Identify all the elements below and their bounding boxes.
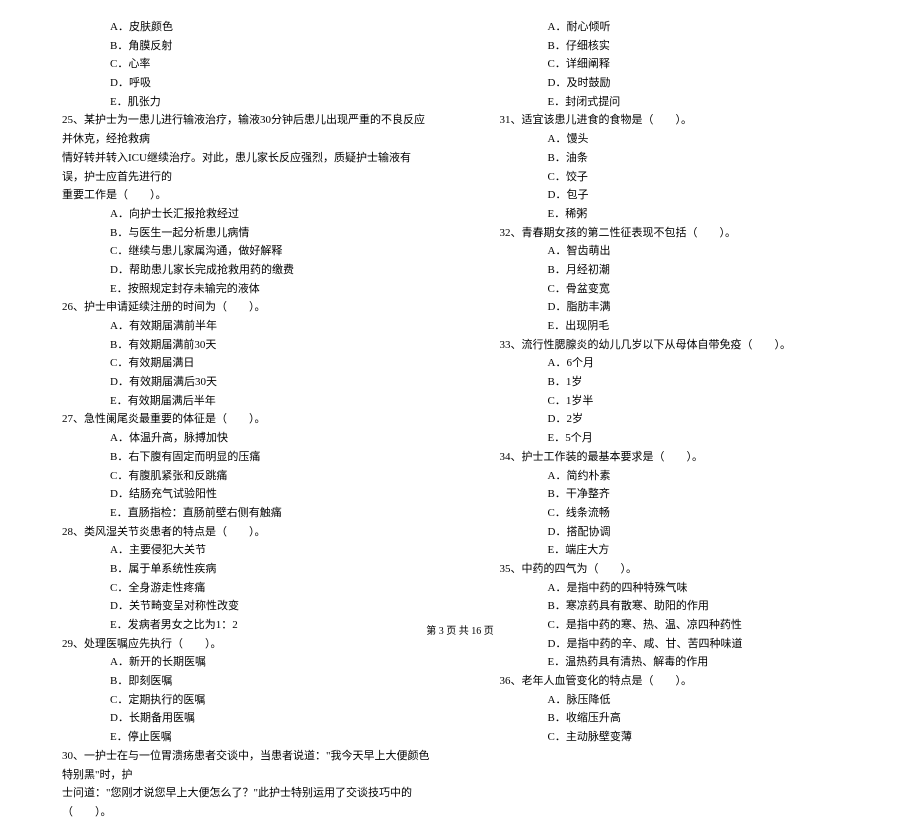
- q24-option-a: A．皮肤颜色: [50, 18, 433, 37]
- q24-option-e: E．肌张力: [50, 93, 433, 112]
- q32-option-a: A．智齿萌出: [488, 242, 871, 261]
- q32-text: 32、青春期女孩的第二性征表现不包括（ ）。: [488, 224, 871, 243]
- q27-option-d: D．结肠充气试验阳性: [50, 485, 433, 504]
- q27-option-a: A．体温升高，脉搏加快: [50, 429, 433, 448]
- q30-text-line2: 士问道："您刚才说您早上大便怎么了？"此护士特别运用了交谈技巧中的（ ）。: [50, 784, 433, 821]
- q24-option-b: B．角膜反射: [50, 37, 433, 56]
- q34-text: 34、护士工作装的最基本要求是（ ）。: [488, 448, 871, 467]
- q26-option-e: E．有效期届满后半年: [50, 392, 433, 411]
- q30-option-d: D．及时鼓励: [488, 74, 871, 93]
- q33-option-a: A．6个月: [488, 354, 871, 373]
- q29-option-e: E．停止医嘱: [50, 728, 433, 747]
- q32-option-c: C．骨盆变宽: [488, 280, 871, 299]
- q24-option-c: C．心率: [50, 55, 433, 74]
- q31-option-c: C．饺子: [488, 168, 871, 187]
- q28-option-d: D．关节畸变呈对称性改变: [50, 597, 433, 616]
- q29-option-c: C．定期执行的医嘱: [50, 691, 433, 710]
- q31-option-d: D．包子: [488, 186, 871, 205]
- q30-option-b: B．仔细核实: [488, 37, 871, 56]
- q32-option-b: B．月经初潮: [488, 261, 871, 280]
- q28-text: 28、类风湿关节炎患者的特点是（ ）。: [50, 523, 433, 542]
- q27-text: 27、急性阑尾炎最重要的体征是（ ）。: [50, 410, 433, 429]
- q30-option-a: A．耐心倾听: [488, 18, 871, 37]
- q29-option-b: B．即刻医嘱: [50, 672, 433, 691]
- q31-option-a: A．馒头: [488, 130, 871, 149]
- q33-option-d: D．2岁: [488, 410, 871, 429]
- q33-option-c: C．1岁半: [488, 392, 871, 411]
- q25-text-line2: 情好转并转入ICU继续治疗。对此，患儿家长反应强烈，质疑护士输液有误，护士应首先…: [50, 149, 433, 186]
- right-column: A．耐心倾听 B．仔细核实 C．详细阐释 D．及时鼓励 E．封闭式提问 31、适…: [488, 18, 871, 822]
- q30-option-c: C．详细阐释: [488, 55, 871, 74]
- q27-option-c: C．有腹肌紧张和反跳痛: [50, 467, 433, 486]
- q36-option-c: C．主动脉壁变薄: [488, 728, 871, 747]
- q35-option-b: B．寒凉药具有散寒、助阳的作用: [488, 597, 871, 616]
- q34-option-e: E．端庄大方: [488, 541, 871, 560]
- q36-text: 36、老年人血管变化的特点是（ ）。: [488, 672, 871, 691]
- q33-option-b: B．1岁: [488, 373, 871, 392]
- q32-option-e: E．出现阴毛: [488, 317, 871, 336]
- q30-option-e: E．封闭式提问: [488, 93, 871, 112]
- q32-option-d: D．脂肪丰满: [488, 298, 871, 317]
- q28-option-c: C．全身游走性疼痛: [50, 579, 433, 598]
- q28-option-b: B．属于单系统性疾病: [50, 560, 433, 579]
- q27-option-e: E．直肠指检：直肠前壁右侧有触痛: [50, 504, 433, 523]
- q25-text-line3: 重要工作是（ ）。: [50, 186, 433, 205]
- q24-option-d: D．呼吸: [50, 74, 433, 93]
- q31-option-b: B．油条: [488, 149, 871, 168]
- q26-option-d: D．有效期届满后30天: [50, 373, 433, 392]
- q34-option-c: C．线条流畅: [488, 504, 871, 523]
- q35-option-e: E．温热药具有清热、解毒的作用: [488, 653, 871, 672]
- q26-option-b: B．有效期届满前30天: [50, 336, 433, 355]
- q26-text: 26、护士申请延续注册的时间为（ ）。: [50, 298, 433, 317]
- q26-option-c: C．有效期届满日: [50, 354, 433, 373]
- q25-option-c: C．继续与患儿家属沟通，做好解释: [50, 242, 433, 261]
- q31-option-e: E．稀粥: [488, 205, 871, 224]
- q35-text: 35、中药的四气为（ ）。: [488, 560, 871, 579]
- q33-text: 33、流行性腮腺炎的幼儿几岁以下从母体自带免疫（ ）。: [488, 336, 871, 355]
- page-footer: 第 3 页 共 16 页: [0, 623, 920, 640]
- q34-option-a: A．简约朴素: [488, 467, 871, 486]
- left-column: A．皮肤颜色 B．角膜反射 C．心率 D．呼吸 E．肌张力 25、某护士为一患儿…: [50, 18, 433, 822]
- q25-text: 25、某护士为一患儿进行输液治疗，输液30分钟后患儿出现严重的不良反应并休克，经…: [50, 111, 433, 148]
- q34-option-d: D．搭配协调: [488, 523, 871, 542]
- q36-option-b: B．收缩压升高: [488, 709, 871, 728]
- q33-option-e: E．5个月: [488, 429, 871, 448]
- q35-option-a: A．是指中药的四种特殊气味: [488, 579, 871, 598]
- q30-text: 30、一护士在与一位胃溃疡患者交谈中，当患者说道："我今天早上大便颜色特别黑"时…: [50, 747, 433, 784]
- q25-option-d: D．帮助患儿家长完成抢救用药的缴费: [50, 261, 433, 280]
- q34-option-b: B．干净整齐: [488, 485, 871, 504]
- q36-option-a: A．脉压降低: [488, 691, 871, 710]
- q29-option-d: D．长期备用医嘱: [50, 709, 433, 728]
- q25-option-e: E．按照规定封存未输完的液体: [50, 280, 433, 299]
- q27-option-b: B．右下腹有固定而明显的压痛: [50, 448, 433, 467]
- q29-option-a: A．新开的长期医嘱: [50, 653, 433, 672]
- q28-option-a: A．主要侵犯大关节: [50, 541, 433, 560]
- q31-text: 31、适宜该患儿进食的食物是（ ）。: [488, 111, 871, 130]
- q25-option-b: B．与医生一起分析患儿病情: [50, 224, 433, 243]
- q26-option-a: A．有效期届满前半年: [50, 317, 433, 336]
- q25-option-a: A．向护士长汇报抢救经过: [50, 205, 433, 224]
